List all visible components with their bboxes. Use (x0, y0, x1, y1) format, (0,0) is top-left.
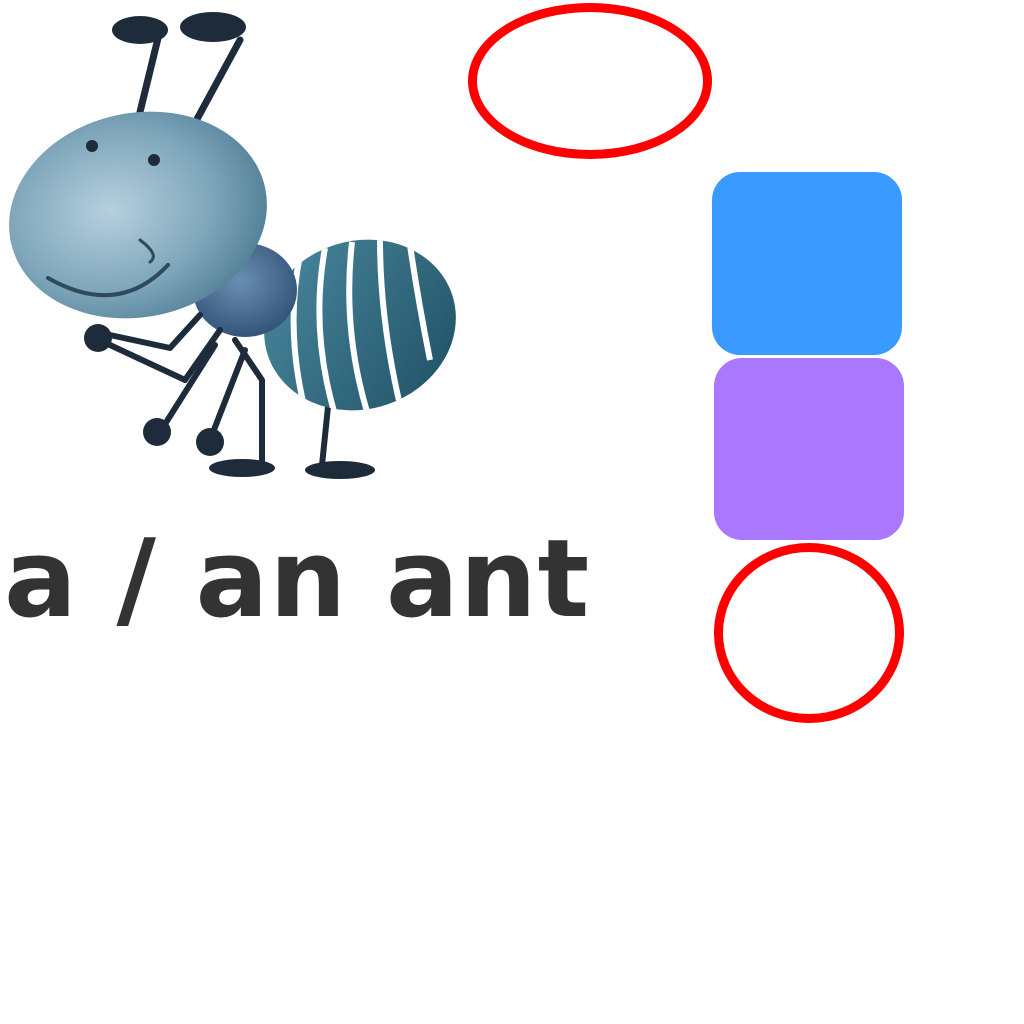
ant-eye-right (148, 154, 160, 166)
red-circle-highlight-bottom (714, 543, 904, 723)
antenna-right (180, 12, 246, 136)
ant-icon (9, 12, 456, 479)
word-caption: a / an ant (4, 517, 591, 642)
blue-option-card[interactable] (712, 172, 902, 355)
purple-option-card[interactable] (714, 358, 904, 540)
antenna-left (112, 16, 168, 116)
red-circle-highlight-top (468, 3, 712, 159)
ant-eye-left (86, 140, 98, 152)
ant-legs-front (107, 312, 223, 383)
